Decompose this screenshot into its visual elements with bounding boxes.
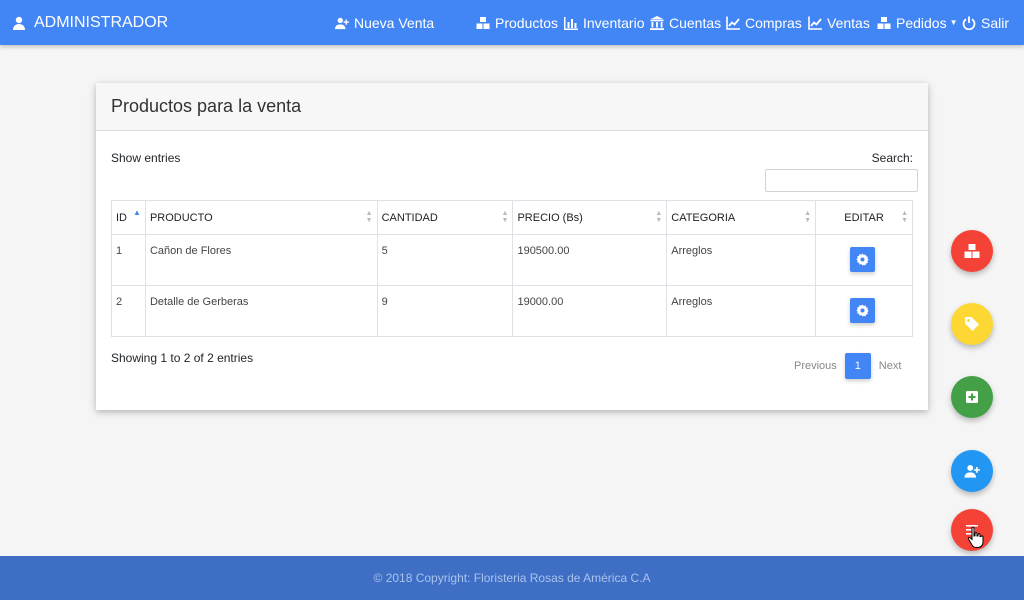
cubes-icon [964,244,980,258]
user-icon [13,16,25,30]
nav-nueva-venta-label: Nueva Venta [354,14,435,31]
nav-inventario-label: Inventario [583,14,645,31]
page-button-current[interactable]: 1 [844,353,871,379]
nav-salir[interactable]: Salir [962,0,1009,45]
search-input[interactable] [765,169,918,192]
show-entries-label: Show entries [111,151,181,165]
pagination: Previous 1 Next [794,353,901,379]
table-row: 2 Detalle de Gerberas 9 19000.00 Arreglo… [111,285,913,337]
user-plus-icon [964,464,980,478]
column-header-producto[interactable]: PRODUCTO ▲ ▼ [144,200,378,235]
cell-editar [815,234,913,286]
brand-label: ADMINISTRADOR [34,13,169,31]
cell-cantidad: 5 [376,234,514,286]
sort-icon: ▲ ▼ [901,210,908,224]
table-row: 1 Cañon de Flores 5 190500.00 Arreglos [111,234,913,286]
top-navbar: ADMINISTRADOR Nueva Venta Productos Inve… [0,0,1024,45]
nav-ventas-label: Ventas [827,14,870,31]
column-header-label: CANTIDAD [381,211,438,224]
edit-button[interactable] [849,298,875,323]
sort-icon: ▲ ▼ [655,210,663,224]
column-header-label: EDITAR [844,211,884,224]
cell-producto: Cañon de Flores [144,234,378,286]
card-header: Productos para la venta [96,83,928,131]
cell-id: 2 [111,285,146,337]
nav-inventario[interactable]: Inventario [564,0,644,45]
nav-compras-label: Compras [745,14,802,31]
cubes-icon [877,16,891,29]
bar-chart-icon [564,16,578,30]
brand[interactable]: ADMINISTRADOR [12,0,168,45]
cubes-icon [476,16,490,29]
cell-id: 1 [111,234,146,286]
column-header-label: PRODUCTO [149,211,213,224]
column-header-label: ID [116,211,127,224]
cell-cantidad: 9 [376,285,514,337]
nav-salir-label: Salir [981,14,1010,31]
fab-tags-button[interactable] [951,303,993,345]
fab-products-button[interactable] [951,230,993,272]
sort-icon: ▲ ▼ [804,210,812,224]
nav-ventas[interactable]: Ventas [808,0,870,45]
sort-icon: ▲ ▼ [365,210,373,224]
nav-compras[interactable]: Compras [726,0,802,45]
column-header-label: CATEGORIA [671,211,736,224]
nav-cuentas[interactable]: Cuentas [650,0,721,45]
products-table: ID ▲ PRODUCTO ▲ ▼ CANTIDAD ▲ ▼ PRECIO (Bs) ▲ ▼ … [111,200,913,337]
sort-icon: ▲ ▼ [501,210,509,224]
sort-asc-icon: ▲ [133,208,141,217]
next-page-button[interactable]: Next [879,360,902,372]
cell-editar [815,285,913,337]
caret-down-icon: ▼ [949,18,958,27]
gear-icon [855,304,869,317]
bank-icon [650,15,664,30]
fab-add-user-button[interactable] [951,450,993,492]
card-title: Productos para la venta [111,96,302,116]
nav-cuentas-label: Cuentas [669,14,722,31]
nav-pedidos-dropdown[interactable]: Pedidos ▼ [877,0,958,45]
column-header-label: PRECIO (Bs) [517,211,583,224]
page-footer: © 2018 Copyright: Floristeria Rosas de A… [0,556,1024,600]
cell-producto: Detalle de Gerberas [144,285,378,337]
power-icon [962,16,976,30]
hand-cursor-icon [967,526,984,548]
showing-entries-info: Showing 1 to 2 of 2 entries [111,351,254,365]
search-label: Search: [871,151,913,165]
cell-precio: 190500.00 [512,234,668,286]
column-header-precio[interactable]: PRECIO (Bs) ▲ ▼ [512,200,668,235]
plus-square-icon [966,391,978,403]
line-chart-icon [726,16,740,30]
column-header-id[interactable]: ID ▲ [111,200,146,235]
edit-button[interactable] [849,247,875,272]
user-plus-icon [335,17,349,29]
cell-categoria: Arreglos [666,234,817,286]
tags-icon [965,317,979,331]
nav-nueva-venta[interactable]: Nueva Venta [335,0,434,45]
gear-icon [855,253,869,266]
previous-page-button[interactable]: Previous [794,360,837,372]
nav-productos[interactable]: Productos [476,0,558,45]
products-card: Productos para la venta Show entries Sea… [96,83,928,410]
nav-productos-label: Productos [495,14,559,31]
table-header-row: ID ▲ PRODUCTO ▲ ▼ CANTIDAD ▲ ▼ PRECIO (Bs) ▲ ▼ … [111,200,913,235]
column-header-editar[interactable]: EDITAR ▲ ▼ [815,200,913,235]
cell-precio: 19000.00 [512,285,668,337]
cell-categoria: Arreglos [666,285,817,337]
footer-copyright: © 2018 Copyright: Floristeria Rosas de A… [373,571,651,585]
column-header-cantidad[interactable]: CANTIDAD ▲ ▼ [376,200,514,235]
column-header-categoria[interactable]: CATEGORIA ▲ ▼ [666,200,817,235]
fab-add-button[interactable] [951,376,993,418]
line-chart-icon [808,16,822,30]
nav-pedidos-label: Pedidos [896,14,947,31]
